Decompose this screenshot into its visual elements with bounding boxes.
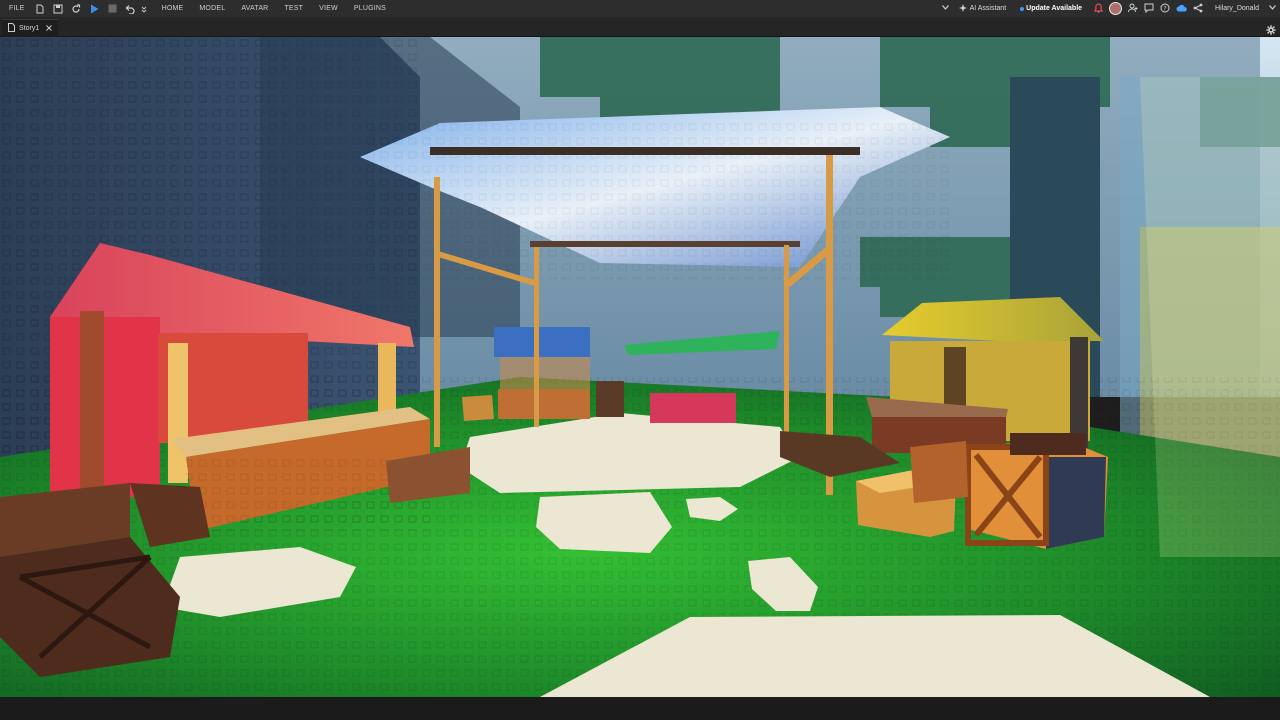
script-icon [8,23,15,34]
menu-tab-home[interactable]: HOME [162,5,184,12]
menu-tab-avatar[interactable]: AVATAR [241,5,268,12]
ai-assistant-button[interactable]: AI Assistant [958,3,1007,14]
menu-tab-plugins[interactable]: PLUGINS [354,5,386,12]
add-friend-icon[interactable] [1128,3,1138,15]
update-available-button[interactable]: Update Available [1020,5,1082,12]
top-right-group: AI Assistant Update Available ? Hilary_D… [941,0,1276,17]
avatar[interactable] [1109,2,1123,15]
notification-bell-icon[interactable] [1093,2,1104,15]
top-menu-bar: FILE HOME MODEL AVATAR TEST VIEW PLUGINS… [0,0,1280,17]
undo-icon[interactable] [125,3,136,14]
save-icon[interactable] [53,3,64,14]
menu-tab-view[interactable]: VIEW [319,5,338,12]
svg-text:?: ? [1163,5,1166,12]
help-icon[interactable]: ? [1160,3,1170,15]
update-label: Update Available [1026,5,1083,12]
new-file-icon[interactable] [35,3,46,14]
update-dot-icon [1020,6,1025,11]
play-icon[interactable] [89,3,100,14]
bottom-status-bar [0,697,1280,720]
share-icon[interactable] [1193,3,1203,15]
undo-dropdown-icon[interactable] [139,3,150,14]
username-label[interactable]: Hilary_Donald [1215,5,1259,12]
sparkle-icon [958,3,967,14]
tab-story1[interactable]: Story1 [2,19,59,37]
menu-tab-model[interactable]: MODEL [199,5,225,12]
chat-icon[interactable] [1144,3,1154,15]
3d-viewport[interactable] [0,37,1280,697]
menu-file[interactable]: FILE [9,5,25,12]
tab-label: Story1 [19,25,40,32]
account-dropdown-icon[interactable] [1269,5,1276,12]
chevron-down-icon[interactable] [941,5,949,12]
cloud-icon[interactable] [1176,4,1187,14]
stop-icon[interactable] [107,3,118,14]
market-scene [0,37,1280,697]
document-tab-bar: Story1 [0,17,1280,37]
close-icon[interactable] [46,24,53,33]
refresh-icon[interactable] [71,3,82,14]
menu-tab-test[interactable]: TEST [284,5,303,12]
ai-assistant-label: AI Assistant [969,5,1007,12]
